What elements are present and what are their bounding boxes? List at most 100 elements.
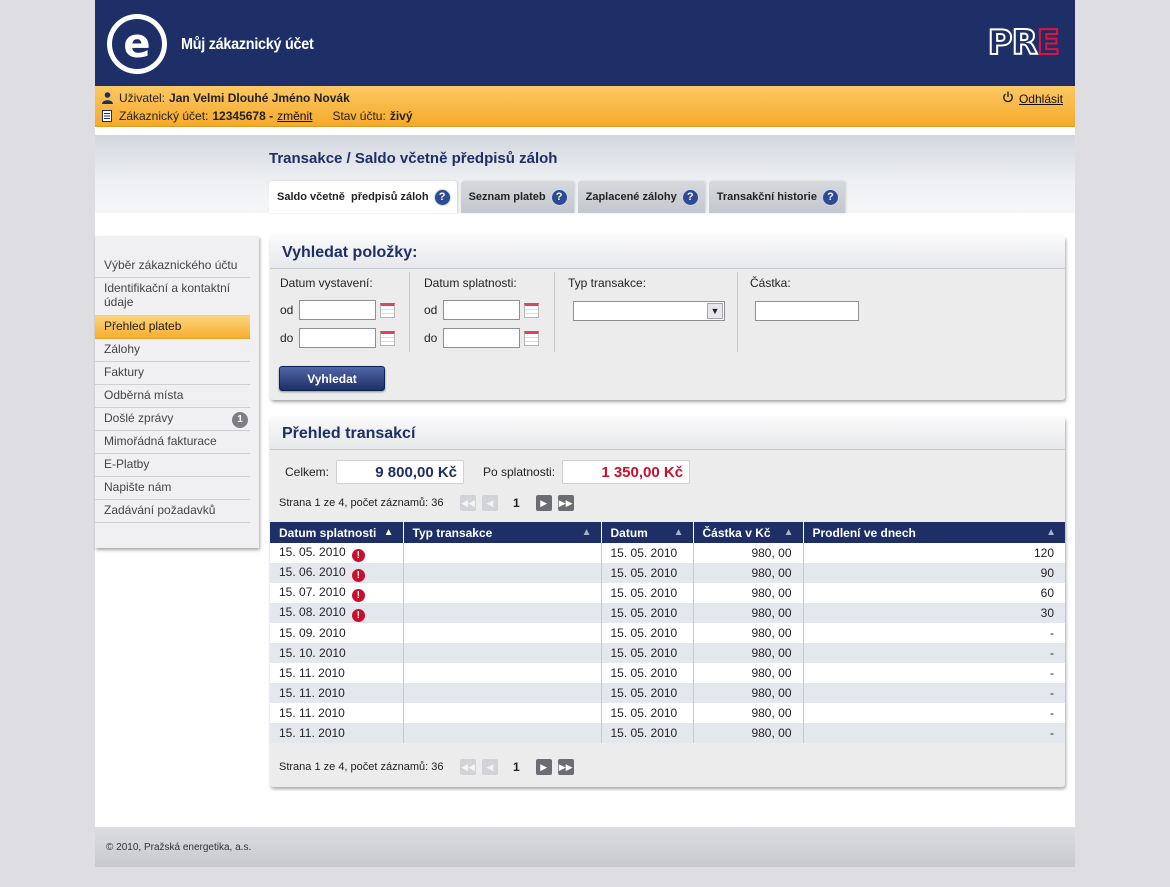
col-type[interactable]: Typ transakce ▲ [403,522,602,543]
account-row: Zákaznický účet: 12345678 - změnit Stav … [101,109,413,123]
amount-input[interactable] [755,301,859,321]
col-date[interactable]: Datum ▲ [601,522,694,543]
tab-label: Seznam plateb [468,191,546,203]
due-date-to-input[interactable] [443,328,520,348]
first-page-icon[interactable]: ◀◀ [460,495,476,511]
sidebar-item-extra-billing[interactable]: Mimořádná fakturace [95,431,250,454]
help-icon[interactable]: ? [433,188,451,206]
sort-up-icon[interactable]: ▲ [384,527,394,538]
sort-up-icon[interactable]: ▲ [1046,527,1056,538]
chevron-down-icon[interactable]: ▼ [707,303,723,319]
help-icon[interactable]: ? [550,188,568,206]
cell-due-date-text: 15. 11. 2010 [279,686,345,700]
col-delay[interactable]: Prodlení ve dnech ▲ [803,522,1065,543]
status-value: živý [389,109,413,123]
logout[interactable]: Odhlásit [1002,91,1063,106]
cell-type [403,703,602,723]
sidebar-item-consumption-points[interactable]: Odběrná místa [95,385,250,408]
sort-up-icon[interactable]: ▲ [674,527,684,538]
table-row[interactable]: 15. 09. 2010 15. 05. 2010 980, 00 - [270,623,1065,643]
calendar-icon[interactable] [524,302,539,318]
tab-paid-advances[interactable]: Zaplacené zálohy ? [577,181,705,213]
col-due-date[interactable]: Datum splatnosti ▲ [270,522,404,543]
document-icon [101,110,113,122]
table-row[interactable]: 15. 07. 2010! 15. 05. 2010 980, 00 60 [270,583,1065,603]
col-amount[interactable]: Částka v Kč ▲ [693,522,804,543]
table-row[interactable]: 15. 11. 2010 15. 05. 2010 980, 00 - [270,663,1065,683]
last-page-icon[interactable]: ▶▶ [557,495,574,511]
table-row[interactable]: 15. 11. 2010 15. 05. 2010 980, 00 - [270,683,1065,703]
sidebar-item-payments-overview[interactable]: Přehled plateb [95,316,250,339]
change-account-link[interactable]: změnit [277,109,312,123]
sidebar-item-account-selection[interactable]: Výběr zákaznického účtu [95,255,250,278]
table-row[interactable]: 15. 08. 2010! 15. 05. 2010 980, 00 30 [270,603,1065,623]
sidebar-item-advances[interactable]: Zálohy [95,339,250,362]
calendar-icon[interactable] [524,330,539,346]
first-page-icon[interactable]: ◀◀ [460,759,476,775]
cell-delay: - [803,663,1065,683]
cell-due-date: 15. 11. 2010 [270,703,404,723]
prev-page-icon[interactable]: ◀ [482,759,498,775]
cell-amount: 980, 00 [693,583,804,603]
cell-amount: 980, 00 [693,563,804,583]
table-row[interactable]: 15. 06. 2010! 15. 05. 2010 980, 00 90 [270,563,1065,583]
pager-bottom: Strana 1 ze 4, počet záznamů: 36 ◀◀ ◀ 1 … [279,759,580,775]
unread-count-badge: 1 [232,412,248,428]
issue-date-from-input[interactable] [299,300,376,320]
user-row: Uživatel: Jan Velmi Dlouhé Jméno Novák [101,91,350,105]
cell-amount: 980, 00 [693,663,804,683]
pre-logo[interactable]: PRE [987,25,1061,61]
due-date-from-input[interactable] [443,300,520,320]
issue-date-to-input[interactable] [299,328,376,348]
sort-up-icon[interactable]: ▲ [582,527,592,538]
sidebar-item-contact-us[interactable]: Napište nám [95,477,250,500]
sidebar-item-invoices[interactable]: Faktury [95,362,250,385]
cell-amount-text: 980, 00 [751,726,792,740]
tab-transaction-history[interactable]: Transakční historie ? [708,181,845,213]
tab-payments-list[interactable]: Seznam plateb ? [460,181,574,213]
cell-type [403,723,602,743]
table-row[interactable]: 15. 05. 2010! 15. 05. 2010 980, 00 120 [270,543,1065,563]
calendar-icon[interactable] [380,302,395,318]
sort-up-icon[interactable]: ▲ [784,527,794,538]
sidebar-item-e-payments[interactable]: E-Platby [95,454,250,477]
table-row[interactable]: 15. 10. 2010 15. 05. 2010 980, 00 - [270,643,1065,663]
cell-date: 15. 05. 2010 [601,703,694,723]
help-icon[interactable]: ? [681,188,699,206]
transaction-type-select[interactable]: ▼ [573,301,725,321]
user-bar: Uživatel: Jan Velmi Dlouhé Jméno Novák Z… [95,86,1075,127]
sidebar-item-messages[interactable]: Došlé zprávy 1 [95,408,250,431]
table-row[interactable]: 15. 11. 2010 15. 05. 2010 980, 00 - [270,703,1065,723]
logout-link[interactable]: Odhlásit [1019,92,1063,106]
prev-page-icon[interactable]: ◀ [482,495,498,511]
help-icon[interactable]: ? [821,188,839,206]
sidebar-item-identification[interactable]: Identifikační a kontaktní údaje [95,278,250,316]
tab-bar: Saldo včetně předpisů záloh ? Seznam pla… [269,181,845,213]
cell-date: 15. 05. 2010 [601,603,694,623]
e-logo[interactable]: e [107,14,167,74]
search-button[interactable]: Vyhledat [279,366,385,391]
last-page-icon[interactable]: ▶▶ [557,759,574,775]
copyright: © 2010, Pražská energetika, a.s. [106,842,252,853]
filter-divider [554,272,555,352]
filter-divider [409,272,410,352]
to-label: do [280,331,294,345]
sidebar-item-requests[interactable]: Zadávání požadavků [95,500,250,523]
cell-due-date-text: 15. 11. 2010 [279,726,345,740]
cell-date: 15. 05. 2010 [601,623,694,643]
cell-due-date-text: 15. 11. 2010 [279,666,345,680]
cell-delay-text: - [1050,666,1054,680]
overdue-summary: Po splatnosti: 1 350,00 Kč [483,460,691,484]
table-row[interactable]: 15. 11. 2010 15. 05. 2010 980, 00 - [270,723,1065,743]
next-page-icon[interactable]: ▶ [535,759,552,775]
search-panel: Vyhledat položky: Datum vystavení: od do… [270,236,1065,400]
next-page-icon[interactable]: ▶ [535,495,552,511]
cell-date-text: 15. 05. 2010 [610,726,678,740]
table-body: 15. 05. 2010! 15. 05. 2010 980, 00 120 15. 0… [270,543,1065,743]
calendar-icon[interactable] [380,330,395,346]
cell-amount-text: 980, 00 [751,546,792,560]
cell-type [403,663,602,683]
cell-delay: 120 [803,543,1065,563]
due-date-from-row: od [424,300,539,320]
tab-saldo[interactable]: Saldo včetně předpisů záloh ? [269,181,457,213]
